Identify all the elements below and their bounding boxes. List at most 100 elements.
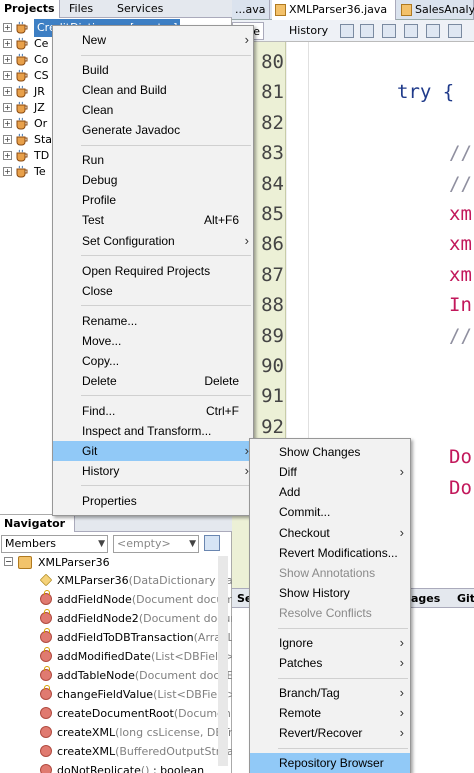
method-icon <box>40 647 52 662</box>
toggle-icon[interactable] <box>448 24 462 38</box>
menu-item-label: Ignore <box>279 636 314 650</box>
menu-item-label: Add <box>279 485 301 499</box>
menu-item-find[interactable]: Find... Ctrl+F <box>53 401 253 421</box>
git-menu-item-remote[interactable]: Remote › <box>250 703 410 723</box>
navigator-root[interactable]: − XMLParser36 <box>0 553 232 572</box>
menu-item-clean[interactable]: Clean <box>53 100 253 120</box>
menu-item-profile[interactable]: Profile <box>53 190 253 210</box>
back-icon[interactable] <box>340 24 354 38</box>
bookmark-icon[interactable] <box>426 24 440 38</box>
tab-files[interactable]: Files <box>65 0 97 18</box>
menu-item-delete[interactable]: Delete Delete <box>53 371 253 391</box>
git-menu-item-revert-modifications[interactable]: Revert Modifications... <box>250 543 410 563</box>
method-icon <box>40 685 52 700</box>
menu-item-properties[interactable]: Properties <box>53 491 253 511</box>
navigator-member[interactable]: addFieldToDBTransaction(ArrayList <box>0 628 232 647</box>
method-icon <box>40 590 52 605</box>
navigator-member[interactable]: createXML(BufferedOutputStream <box>0 742 232 761</box>
git-menu-item-diff[interactable]: Diff › <box>250 462 410 482</box>
navigator-member[interactable]: addTableNode(Document doc, Elem <box>0 666 232 685</box>
navigator-member[interactable]: createXML(long csLicense, DBTrans <box>0 723 232 742</box>
git-menu-item-show-history[interactable]: Show History <box>250 583 410 603</box>
expand-icon[interactable]: + <box>3 23 12 32</box>
navigator-scrollbar[interactable] <box>218 556 228 766</box>
menu-item-shortcut: Delete <box>204 374 239 388</box>
menu-item-set-configuration[interactable]: Set Configuration › <box>53 231 253 251</box>
git-menu-item-repository-browser[interactable]: Repository Browser <box>250 753 410 773</box>
menu-item-open-required-projects[interactable]: Open Required Projects <box>53 261 253 281</box>
menu-item-shortcut: Ctrl+F <box>206 404 239 418</box>
menu-item-inspect-and-transform[interactable]: Inspect and Transform... <box>53 421 253 441</box>
menu-item-new[interactable]: New › <box>53 30 253 50</box>
menu-item-debug[interactable]: Debug <box>53 170 253 190</box>
navigate-icon[interactable] <box>382 24 396 38</box>
tab-messages[interactable]: ages <box>408 589 443 609</box>
tab-navigator[interactable]: Navigator <box>0 515 76 532</box>
chevron-right-icon: › <box>399 635 404 650</box>
tab-services[interactable]: Services <box>113 0 167 18</box>
menu-item-copy[interactable]: Copy... <box>53 351 253 371</box>
filter-settings-icon[interactable] <box>204 535 220 551</box>
menu-item-move[interactable]: Move... <box>53 331 253 351</box>
navigator-member[interactable]: doNotReplicate() : boolean <box>0 761 232 773</box>
navigator-member[interactable]: addFieldNode2(Document documen <box>0 609 232 628</box>
expand-icon[interactable]: + <box>3 151 12 160</box>
menu-item-label: Remote <box>279 706 322 720</box>
expand-icon[interactable]: + <box>3 135 12 144</box>
tab-xmlparser36[interactable]: XMLParser36.java <box>272 0 396 20</box>
search-icon[interactable] <box>404 24 418 38</box>
menu-item-test[interactable]: Test Alt+F6 <box>53 210 253 230</box>
tab-salesanalysis[interactable]: SalesAnalysis <box>398 0 474 20</box>
git-menu-item-branch-tag[interactable]: Branch/Tag › <box>250 683 410 703</box>
menu-item-label: Inspect and Transform... <box>82 424 212 438</box>
expand-icon[interactable]: + <box>3 103 12 112</box>
git-menu-item-ignore[interactable]: Ignore › <box>250 633 410 653</box>
filter-combo[interactable]: <empty> ▼ <box>113 535 199 553</box>
forward-icon[interactable] <box>360 24 374 38</box>
chevron-right-icon: › <box>244 233 249 248</box>
menu-item-generate-javadoc[interactable]: Generate Javadoc <box>53 120 253 140</box>
menu-item-label: Test <box>82 213 105 227</box>
expand-icon[interactable]: + <box>3 167 12 176</box>
members-combo[interactable]: Members ▼ <box>1 535 108 553</box>
history-button[interactable]: History <box>286 22 331 40</box>
git-menu-item-commit[interactable]: Commit... <box>250 502 410 522</box>
menu-item-close[interactable]: Close <box>53 281 253 301</box>
git-menu-item-add[interactable]: Add <box>250 482 410 502</box>
expand-icon[interactable]: + <box>3 71 12 80</box>
expand-icon[interactable]: + <box>3 119 12 128</box>
menu-item-build[interactable]: Build <box>53 60 253 80</box>
filter-combo-value: <empty> <box>117 537 171 550</box>
menu-item-history[interactable]: History › <box>53 461 253 481</box>
project-icon <box>15 69 29 82</box>
member-name: addFieldNode <box>57 593 132 606</box>
git-menu-item-patches[interactable]: Patches › <box>250 653 410 673</box>
navigator-member[interactable]: createDocumentRoot(Documen <box>0 704 232 723</box>
menu-item-run[interactable]: Run <box>53 150 253 170</box>
chevron-right-icon: › <box>399 685 404 700</box>
member-signature: createXML(BufferedOutputStream <box>57 742 232 761</box>
menu-item-clean-and-build[interactable]: Clean and Build <box>53 80 253 100</box>
menu-item-rename[interactable]: Rename... <box>53 311 253 331</box>
menu-separator <box>81 305 251 306</box>
collapse-icon[interactable]: − <box>4 557 13 566</box>
chevron-down-icon: ▼ <box>98 539 105 549</box>
project-icon <box>15 53 29 66</box>
navigator-member[interactable]: XMLParser36(DataDictionary dataD <box>0 571 232 590</box>
navigator-member[interactable]: addModifiedDate(List<DBField> fiel <box>0 647 232 666</box>
menu-item-label: Resolve Conflicts <box>279 606 372 620</box>
member-name: XMLParser36 <box>57 574 129 587</box>
menu-item-git[interactable]: Git › <box>53 441 253 461</box>
expand-icon[interactable]: + <box>3 39 12 48</box>
navigator-member[interactable]: changeFieldValue(List<DBField> fie <box>0 685 232 704</box>
expand-icon[interactable]: + <box>3 55 12 64</box>
git-menu-item-show-changes[interactable]: Show Changes <box>250 442 410 462</box>
expand-icon[interactable]: + <box>3 87 12 96</box>
tab-editor-prev[interactable]: ...ava <box>232 0 270 20</box>
tab-projects[interactable]: Projects <box>0 0 60 18</box>
member-signature: doNotReplicate() : boolean <box>57 761 204 773</box>
navigator-member[interactable]: addFieldNode(Document document <box>0 590 232 609</box>
tab-git[interactable]: Git <box>454 589 474 609</box>
git-menu-item-checkout[interactable]: Checkout › <box>250 523 410 543</box>
git-menu-item-revert-recover[interactable]: Revert/Recover › <box>250 723 410 743</box>
